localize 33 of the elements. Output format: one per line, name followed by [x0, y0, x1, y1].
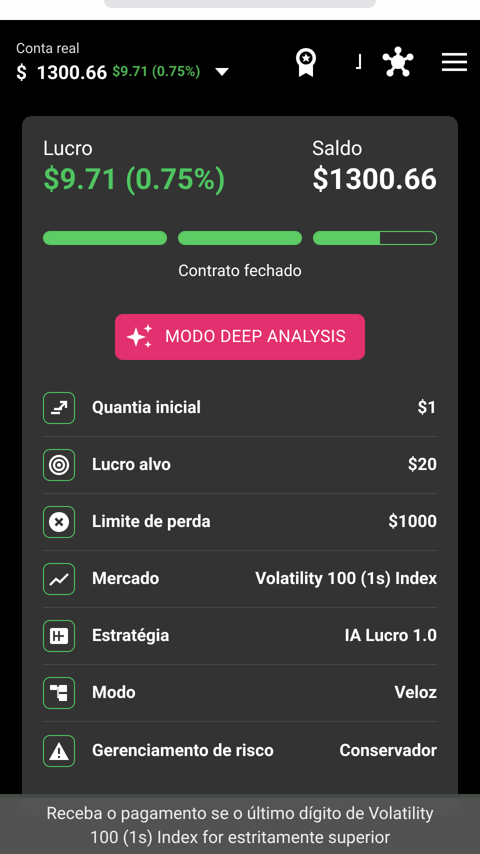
setting-label: Mercado: [92, 569, 160, 589]
account-change: $9.71 (0.75%): [112, 64, 200, 80]
setting-label: Estratégia: [92, 626, 170, 646]
target-icon: [43, 449, 75, 481]
setting-label: Modo: [92, 683, 137, 703]
caret-icon[interactable]: [215, 68, 230, 76]
setting-value: Conservador: [339, 740, 437, 760]
setting-value: $1: [417, 398, 437, 418]
setting-value: Volatility 100 (1s) Index: [255, 569, 437, 589]
setting-value: $1000: [388, 512, 437, 532]
toast-message: Receba o pagamento se o último dígito de Volatility 100 (1s) Index for estritamente superior: [0, 794, 480, 854]
grid-block-icon: [43, 620, 75, 652]
profit-value: $9.71 (0.75%): [43, 163, 226, 197]
setting-value: IA Lucro 1.0: [344, 626, 437, 646]
warning-icon: [43, 734, 75, 766]
setting-label: Lucro alvo: [92, 455, 172, 475]
setting-value: $20: [408, 455, 437, 475]
account-label: Conta real: [16, 40, 81, 56]
profit-label: Lucro: [43, 136, 94, 160]
setting-label: Quantia inicial: [92, 398, 202, 418]
menu-icon[interactable]: [442, 53, 467, 71]
setting-label: Limite de perda: [92, 512, 212, 532]
balance-label: Saldo: [312, 136, 364, 160]
flow-blocks-icon: [43, 677, 75, 709]
deep-analysis-button[interactable]: MODO DEEP ANALYSIS: [115, 314, 365, 360]
network-icon[interactable]: [381, 46, 415, 78]
award-badge-icon[interactable]: [294, 46, 318, 78]
account-balance: $ 1300.66: [16, 60, 108, 84]
balance-value: $1300.66: [312, 163, 437, 197]
setting-value: Veloz: [394, 683, 437, 703]
bracket-icon: [356, 54, 362, 70]
setting-label: Gerenciamento de risco: [92, 740, 275, 760]
status-text: Contrato fechado: [177, 261, 303, 280]
